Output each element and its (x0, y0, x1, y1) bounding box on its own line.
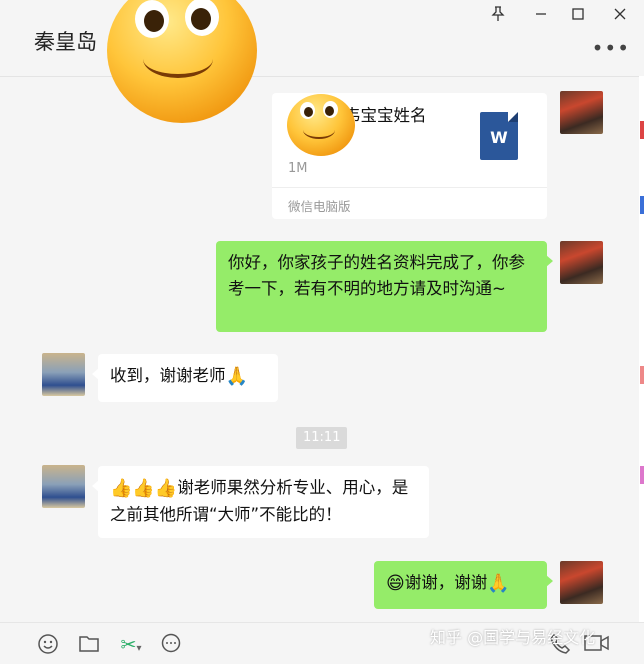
message-text: 你好，你家孩子的姓名资料完成了，你参考一下，若有不明的地方请及时沟通~ (228, 253, 525, 298)
my-avatar[interactable] (560, 91, 603, 134)
message-bubble-sent[interactable]: 😄谢谢，谢谢🙏 (374, 561, 553, 609)
strip-mark (640, 466, 644, 484)
strip-mark (640, 196, 644, 214)
emoji-icon[interactable] (36, 633, 60, 657)
file-divider (272, 187, 547, 188)
contact-avatar[interactable] (42, 353, 85, 396)
title-bar: 秦皇岛 ••• (0, 0, 644, 77)
watermark: 知乎 @国学与易经文化 (430, 628, 596, 647)
my-avatar[interactable] (560, 241, 603, 284)
smiley-sticker-icon (107, 0, 257, 123)
strip-mark (640, 366, 644, 384)
word-document-icon: W (480, 112, 518, 160)
clapping-hands-icon: 🙏 (487, 572, 510, 594)
my-avatar[interactable] (560, 561, 603, 604)
close-icon[interactable] (609, 6, 631, 26)
more-icon[interactable]: ••• (592, 36, 630, 60)
smiley-sticker-icon (287, 94, 355, 156)
chat-bubble-icon[interactable] (159, 633, 183, 657)
message-text: 收到，谢谢老师 (110, 366, 226, 385)
message-bubble-received[interactable]: 收到，谢谢老师🙏 (92, 354, 278, 402)
grinning-face-icon: 😄 (386, 572, 405, 594)
timestamp: 11:11 (296, 427, 348, 449)
chat-title: 秦皇岛 (34, 30, 97, 54)
side-strip (639, 76, 644, 636)
pin-icon[interactable] (487, 6, 509, 26)
maximize-icon[interactable] (567, 6, 589, 26)
clapping-hands-icon: 🙏 (225, 365, 248, 387)
minimize-icon[interactable] (530, 6, 552, 26)
message-bubble-sent[interactable]: 你好，你家孩子的姓名资料完成了，你参考一下，若有不明的地方请及时沟通~ (216, 241, 553, 332)
file-source: 微信电脑版 (288, 199, 351, 214)
thumbs-up-icon: 👍👍👍 (110, 477, 178, 499)
file-size: 1M (288, 161, 308, 176)
strip-mark (640, 121, 644, 139)
message-bubble-received[interactable]: 👍👍👍谢老师果然分析专业、用心，是之前其他所谓“大师”不能比的！ (92, 466, 429, 538)
message-text: 谢谢，谢谢 (404, 573, 488, 592)
scissors-icon[interactable]: ✂▾ (116, 633, 146, 657)
folder-icon[interactable] (77, 633, 101, 657)
contact-avatar[interactable] (42, 465, 85, 508)
